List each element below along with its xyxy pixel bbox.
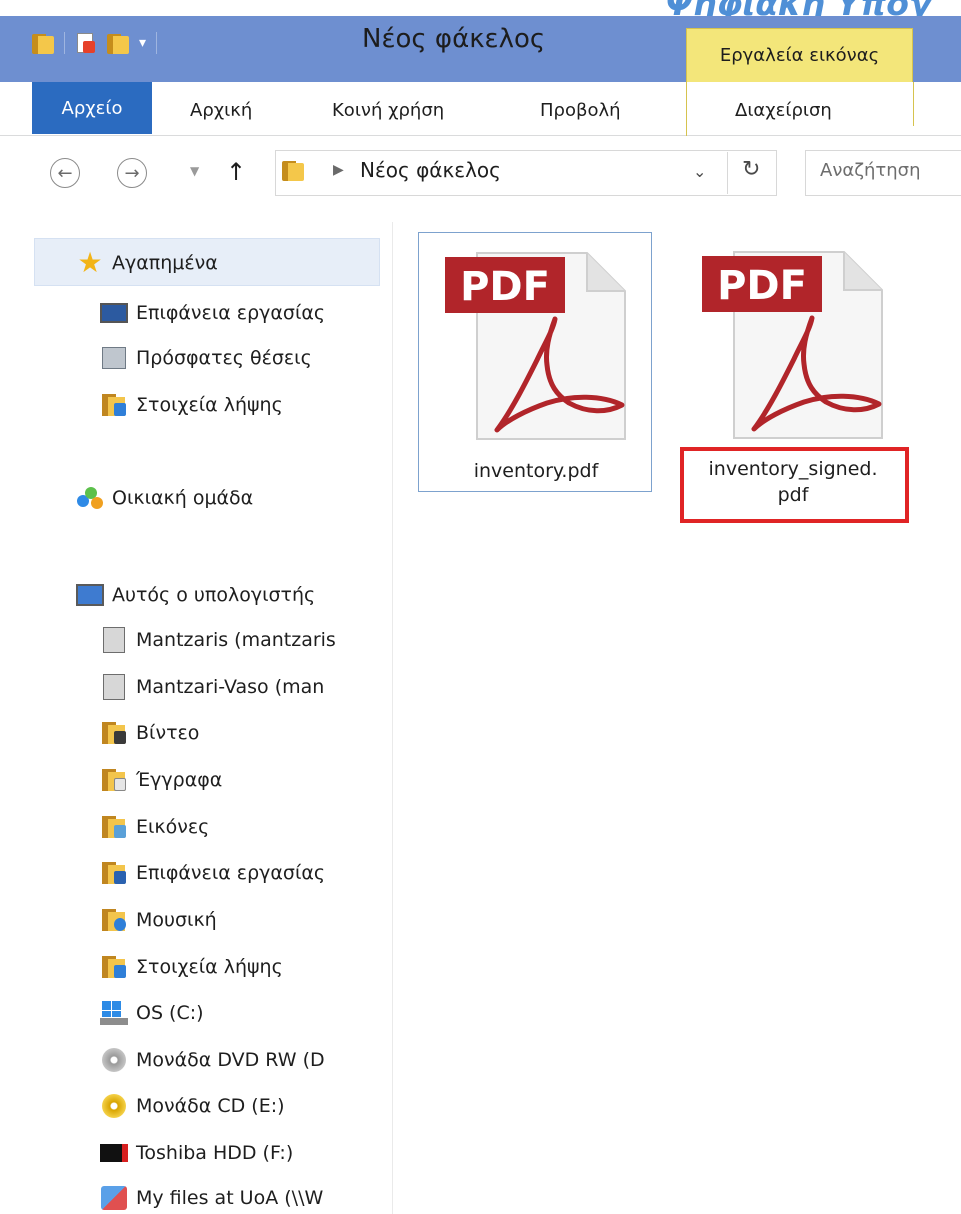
pdf-badge-text: PDF	[717, 263, 807, 309]
nav-item-label: My files at UoA (\\W	[136, 1187, 324, 1209]
nav-item-recent-places[interactable]: Πρόσφατες θέσεις	[100, 343, 312, 373]
nav-item-pictures[interactable]: Εικόνες	[100, 812, 209, 842]
address-dropdown-icon[interactable]: ⌄	[693, 162, 706, 181]
external-drive-icon	[100, 1139, 128, 1167]
downloads-folder-icon	[100, 953, 128, 981]
contextual-tab-border	[686, 82, 687, 136]
star-icon: ★	[77, 246, 103, 279]
breadcrumb-chevron-icon[interactable]: ▶	[333, 162, 344, 178]
homegroup-icon	[76, 484, 104, 512]
nav-item-desktop[interactable]: Επιφάνεια εργασίας	[100, 298, 325, 328]
nav-item-label: Αυτός ο υπολογιστής	[112, 584, 316, 606]
nav-item-downloads[interactable]: Στοιχεία λήψης	[100, 952, 283, 982]
address-divider	[727, 152, 728, 194]
contextual-tab-border	[913, 82, 914, 126]
nav-item-music[interactable]: Μουσική	[100, 905, 217, 935]
music-folder-icon	[100, 906, 128, 934]
dvd-drive-icon	[100, 1046, 128, 1074]
nav-item-label: Στοιχεία λήψης	[136, 956, 283, 978]
nav-item-label: Επιφάνεια εργασίας	[136, 302, 326, 324]
nav-item-network-location[interactable]: My files at UoA (\\W	[100, 1183, 323, 1213]
tab-share[interactable]: Κοινή χρήση	[332, 92, 444, 128]
network-drive-icon	[100, 626, 128, 654]
network-location-icon	[100, 1184, 128, 1212]
nav-item-documents[interactable]: Έγγραφα	[100, 765, 222, 795]
nav-item-label: Μονάδα DVD RW (D	[136, 1049, 325, 1071]
breadcrumb[interactable]: Νέος φάκελος	[360, 158, 501, 182]
nav-item-label: Toshiba HDD (F:)	[136, 1142, 294, 1164]
nav-item-label: OS (C:)	[136, 1002, 204, 1024]
desktop-icon	[100, 299, 128, 327]
nav-item-downloads[interactable]: Στοιχεία λήψης	[100, 390, 283, 420]
contextual-tab-picture-tools: Εργαλεία εικόνας	[686, 28, 913, 82]
nav-item-network-drive[interactable]: Mantzari-Vaso (man	[100, 672, 324, 702]
file-name: inventory.pdf	[473, 460, 599, 482]
nav-item-label: Μουσική	[136, 909, 217, 931]
quick-access-toolbar: ▾	[32, 31, 158, 55]
nav-item-cd-drive[interactable]: Μονάδα CD (E:)	[100, 1091, 285, 1121]
forward-button[interactable]: →	[117, 158, 147, 188]
windows-drive-icon	[100, 999, 128, 1027]
nav-item-this-pc[interactable]: Αυτός ο υπολογιστής	[76, 580, 315, 610]
network-drive-icon	[100, 673, 128, 701]
folder-icon[interactable]	[32, 32, 54, 54]
toolbar-separator	[64, 32, 65, 54]
nav-item-os-drive[interactable]: OS (C:)	[100, 998, 204, 1028]
nav-item-label: Mantzari-Vaso (man	[136, 676, 325, 698]
pane-divider[interactable]	[392, 222, 393, 1214]
nav-item-homegroup[interactable]: Οικιακή ομάδα	[76, 483, 253, 513]
nav-item-label: Αγαπημένα	[112, 252, 218, 274]
toolbar-separator	[156, 32, 158, 54]
nav-item-label: Έγγραφα	[136, 769, 223, 791]
refresh-icon[interactable]: ↻	[742, 157, 760, 182]
back-arrow-icon: ←	[57, 162, 73, 184]
tab-view[interactable]: Προβολή	[540, 92, 621, 128]
nav-item-dvd-drive[interactable]: Μονάδα DVD RW (D	[100, 1045, 325, 1075]
nav-item-videos[interactable]: Βίντεο	[100, 718, 199, 748]
desktop-folder-icon	[100, 859, 128, 887]
downloads-folder-icon	[100, 391, 128, 419]
file-item-inventory[interactable]: PDF inventory.pdf	[418, 232, 652, 492]
nav-item-label: Στοιχεία λήψης	[136, 394, 283, 416]
nav-item-label: Πρόσφατες θέσεις	[136, 347, 312, 369]
nav-item-label: Εικόνες	[136, 816, 210, 838]
annotation-highlight-box	[680, 447, 909, 523]
forward-arrow-icon: →	[124, 162, 140, 184]
nav-item-label: Επιφάνεια εργασίας	[136, 862, 326, 884]
pdf-badge-text: PDF	[460, 264, 550, 310]
tab-manage[interactable]: Διαχείριση	[735, 92, 832, 128]
pictures-folder-icon	[100, 813, 128, 841]
nav-item-external-hdd[interactable]: Toshiba HDD (F:)	[100, 1138, 293, 1168]
search-placeholder: Αναζήτηση	[820, 160, 921, 181]
folder-icon	[282, 159, 304, 181]
tab-home[interactable]: Αρχική	[190, 92, 252, 128]
videos-folder-icon	[100, 719, 128, 747]
nav-item-desktop[interactable]: Επιφάνεια εργασίας	[100, 858, 325, 888]
properties-icon[interactable]	[75, 31, 97, 55]
nav-item-label: Μονάδα CD (E:)	[136, 1095, 285, 1117]
customize-toolbar-icon[interactable]: ▾	[139, 35, 146, 51]
cd-drive-icon	[100, 1092, 128, 1120]
pdf-file-icon: PDF	[445, 252, 626, 440]
nav-item-label: Οικιακή ομάδα	[112, 487, 254, 509]
pdf-file-icon: PDF	[702, 251, 883, 439]
nav-item-network-drive[interactable]: Mantzaris (mantzaris	[100, 625, 336, 655]
tab-file[interactable]: Αρχείο	[32, 82, 152, 134]
nav-item-favorites[interactable]: ★ Αγαπημένα	[76, 246, 218, 279]
up-arrow-icon[interactable]: ↑	[226, 158, 246, 186]
window-title: Νέος φάκελος	[362, 24, 546, 54]
recent-places-icon	[100, 344, 128, 372]
nav-item-label: Mantzaris (mantzaris	[136, 629, 336, 651]
nav-item-label: Βίντεο	[136, 722, 200, 744]
recent-locations-dropdown-icon[interactable]: ▼	[190, 164, 199, 178]
back-button[interactable]: ←	[50, 158, 80, 188]
new-folder-icon[interactable]	[107, 32, 129, 54]
computer-icon	[76, 581, 104, 609]
documents-folder-icon	[100, 766, 128, 794]
ribbon-tab-bar: Αρχείο Αρχική Κοινή χρήση Προβολή Διαχεί…	[0, 82, 961, 136]
